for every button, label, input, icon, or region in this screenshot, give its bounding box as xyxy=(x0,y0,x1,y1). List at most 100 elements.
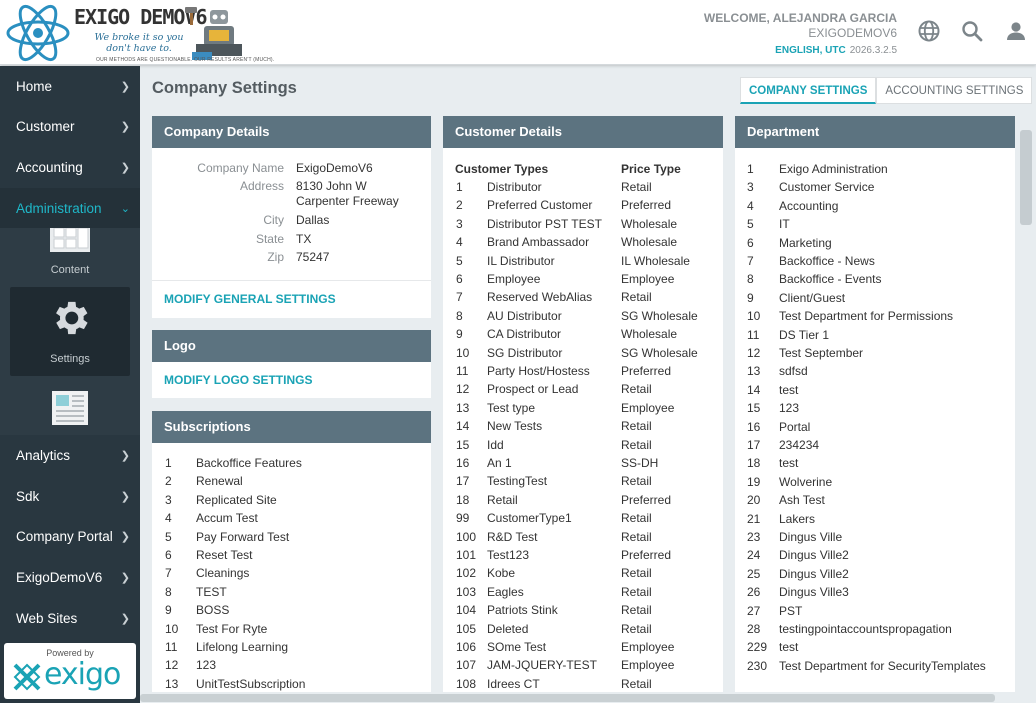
price-type: Retail xyxy=(621,180,652,194)
sidebar-item-sdk[interactable]: Sdk ❯ xyxy=(0,476,140,517)
divider xyxy=(152,280,431,281)
sidebar-item-home[interactable]: Home ❯ xyxy=(0,66,140,107)
sidebar-item-label: ExigoDemoV6 xyxy=(16,569,103,585)
search-icon[interactable] xyxy=(960,19,984,43)
customer-type-name: Preferred Customer xyxy=(487,198,593,213)
modify-logo-settings-link[interactable]: MODIFY LOGO SETTINGS xyxy=(164,373,312,387)
customer-type-name: Party Host/Hostess xyxy=(487,364,590,378)
subscription-name: Accum Test xyxy=(196,511,258,526)
sidebar-item-web-sites[interactable]: Web Sites ❯ xyxy=(0,598,140,639)
tab-company-settings[interactable]: COMPANY SETTINGS xyxy=(740,77,877,104)
sidebar-item-exigodemov6[interactable]: ExigoDemoV6 ❯ xyxy=(0,557,140,598)
sidebar-item-label: Accounting xyxy=(16,159,83,175)
brand-logo[interactable]: EXIGO DEMOV6 We broke it so you don't ha… xyxy=(4,2,274,64)
table-row: 28 testingpointaccountspropagation xyxy=(735,620,1015,638)
table-row: 6 Marketing xyxy=(735,234,1015,252)
top-header: EXIGO DEMOV6 We broke it so you don't ha… xyxy=(0,0,1036,65)
submenu-item-news[interactable] xyxy=(10,385,130,435)
department-name: PST xyxy=(779,603,803,618)
vertical-scrollbar[interactable] xyxy=(1015,116,1036,703)
row-id: 103 xyxy=(456,584,477,599)
price-type: Employee xyxy=(621,400,675,415)
price-type: Wholesale xyxy=(621,216,678,231)
table-row: 5 Pay Forward Test xyxy=(152,528,431,546)
department-name: Accounting xyxy=(779,198,839,213)
table-row: 4 Brand Ambassador Wholesale xyxy=(443,233,723,251)
price-type: Retail xyxy=(621,382,652,397)
price-type: Preferred xyxy=(621,198,672,213)
table-row: 7 Reserved WebAlias Retail xyxy=(443,288,723,306)
row-id: 15 xyxy=(747,401,761,416)
department-name: test xyxy=(779,456,799,471)
row-id: 18 xyxy=(747,456,761,471)
locale-link[interactable]: ENGLISH, UTC xyxy=(775,45,846,56)
price-type: Wholesale xyxy=(621,327,678,342)
scrollbar-thumb[interactable] xyxy=(1020,130,1032,225)
row-id: 12 xyxy=(456,382,470,397)
company-name: EXIGODEMOV6 xyxy=(808,26,897,40)
table-row: 5 IL Distributor IL Wholesale xyxy=(443,252,723,270)
row-id: 2 xyxy=(456,198,463,213)
company-details-panel: Company Details Company Name ExigoDemoV6… xyxy=(152,116,431,318)
table-row: 18 Retail Preferred xyxy=(443,491,723,509)
submenu-item-content[interactable]: Content xyxy=(10,228,130,284)
company-name-label: Company Name xyxy=(197,161,284,175)
row-id: 25 xyxy=(747,566,761,581)
table-row: 21 Lakers xyxy=(735,510,1015,528)
sidebar-item-label: Company Portal xyxy=(16,529,113,545)
row-id: 9 xyxy=(747,290,754,305)
panel-title: Company Details xyxy=(152,116,431,148)
row-id: 13 xyxy=(165,676,179,691)
row-id: 10 xyxy=(165,621,179,636)
chevron-right-icon: ❯ xyxy=(120,612,130,625)
table-row: 9 BOSS xyxy=(152,601,431,619)
table-row: 15 123 xyxy=(735,399,1015,417)
price-type: IL Wholesale xyxy=(621,253,690,268)
sidebar-item-analytics[interactable]: Analytics ❯ xyxy=(0,435,140,476)
department-name: Ash Test xyxy=(779,493,825,508)
row-id: 5 xyxy=(165,529,172,544)
modify-general-settings-link[interactable]: MODIFY GENERAL SETTINGS xyxy=(164,292,336,306)
address-line2: Carpenter Freeway xyxy=(296,194,399,208)
price-type: Retail xyxy=(621,584,652,599)
customer-type-name: New Tests xyxy=(487,419,543,434)
table-row: 230 Test Department for SecurityTemplates xyxy=(735,657,1015,675)
sidebar: Home ❯ Customer ❯ Accounting ❯ Administrati… xyxy=(0,66,140,703)
horizontal-scrollbar[interactable] xyxy=(140,692,1015,703)
price-type: SS-DH xyxy=(621,456,659,470)
customer-type-name: Deleted xyxy=(487,621,529,636)
zip-value: 75247 xyxy=(296,250,330,264)
logo-subtext: OUR METHODS ARE QUESTIONABLE. OUR RESULT… xyxy=(96,57,275,63)
sidebar-item-company-portal[interactable]: Company Portal ❯ xyxy=(0,517,140,558)
customer-type-name: JAM-JQUERY-TEST xyxy=(487,658,598,673)
sidebar-item-customer[interactable]: Customer ❯ xyxy=(0,107,140,148)
submenu-item-settings[interactable]: Settings xyxy=(10,287,130,377)
row-id: 17 xyxy=(747,438,761,452)
customer-type-name: An 1 xyxy=(487,456,512,470)
table-row: 12 Test September xyxy=(735,344,1015,362)
scrollbar-thumb[interactable] xyxy=(140,694,995,702)
subscriptions-panel: Subscriptions 1 Backoffice Features 2 Renew… xyxy=(152,411,431,703)
table-row: 12 123 xyxy=(152,656,431,674)
content-icon xyxy=(50,228,90,253)
globe-icon[interactable] xyxy=(917,19,941,43)
row-id: 229 xyxy=(747,640,768,655)
department-panel: Department 1 Exigo Administration 3 Custome… xyxy=(735,116,1015,703)
powered-by-badge[interactable]: Powered by exigo xyxy=(4,643,136,699)
department-name: Test September xyxy=(779,346,864,360)
table-row: 7 Cleanings xyxy=(152,564,431,582)
customer-type-name: Employee xyxy=(487,272,541,286)
row-id: 230 xyxy=(747,658,768,673)
logo-tagline: We broke it so you don't have to. xyxy=(94,32,184,54)
row-id: 2 xyxy=(165,474,172,489)
row-id: 21 xyxy=(747,511,761,526)
price-type: Employee xyxy=(621,658,675,673)
submenu-item-label: Content xyxy=(50,264,90,277)
sidebar-item-accounting[interactable]: Accounting ❯ xyxy=(0,147,140,188)
department-name: IT xyxy=(779,217,790,232)
price-type: Wholesale xyxy=(621,235,678,250)
version-text: 2026.3.2.5 xyxy=(849,45,897,56)
user-icon[interactable] xyxy=(1004,19,1028,43)
sidebar-item-administration[interactable]: Administration ⌄ xyxy=(0,187,140,229)
tab-accounting-settings[interactable]: ACCOUNTING SETTINGS xyxy=(876,77,1033,104)
